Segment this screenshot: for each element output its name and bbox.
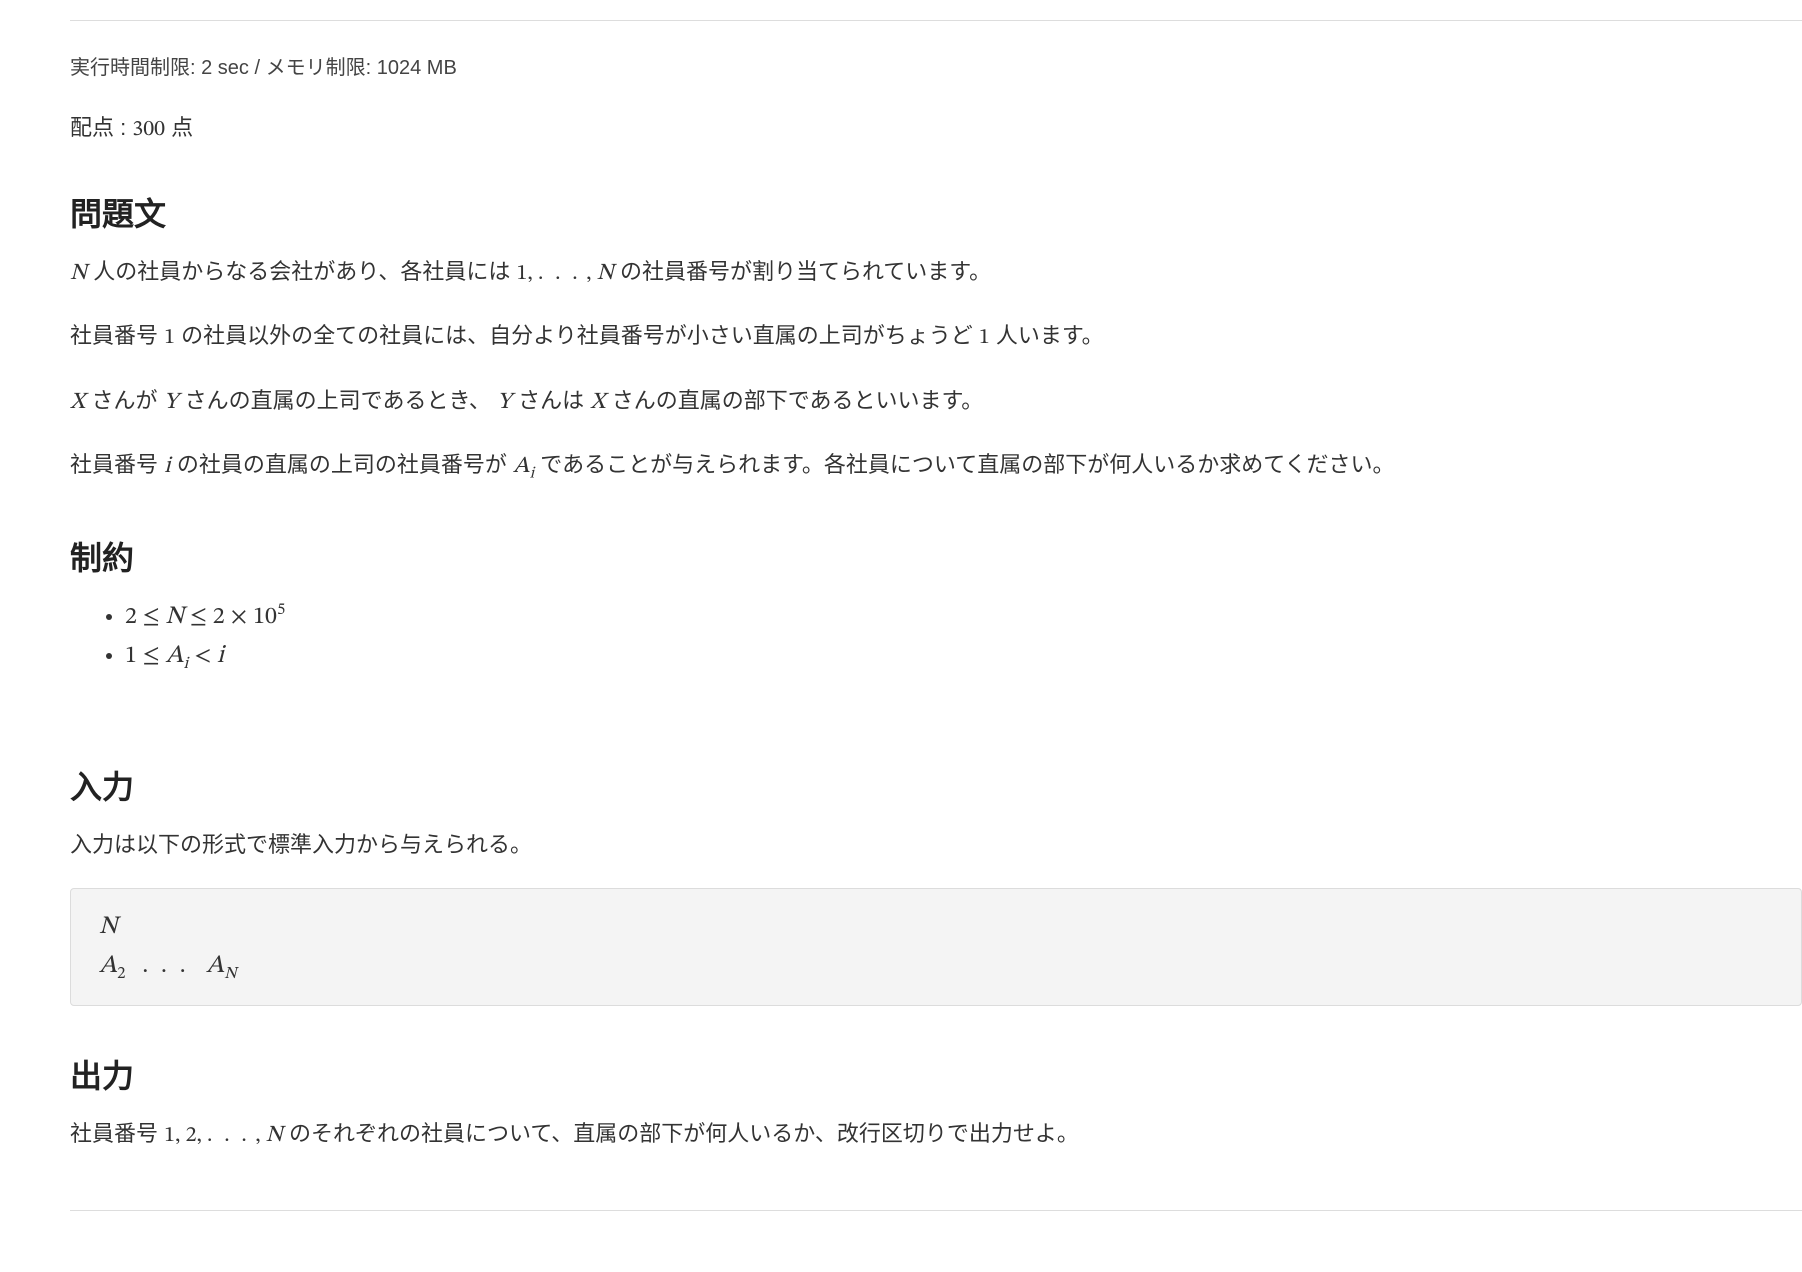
problem-paragraph-3: X さんが Y さんの直属の上司であるとき、 Y さんは X さんの直属の部下で…	[70, 382, 1802, 422]
math-X: X	[70, 391, 85, 414]
heading-output: 出力	[70, 1051, 1802, 1097]
problem-paragraph-4: 社員番号 i の社員の直属の上司の社員番号が Ai であることが与えられます。各…	[70, 446, 1802, 488]
score-value: 300	[132, 119, 165, 141]
time-limit-label: 実行時間制限:	[70, 57, 196, 79]
constraints-list: 2 ≤ N ≤ 2 × 105 1 ≤ Ai < i	[70, 597, 1802, 677]
time-limit-value: 2 sec	[201, 57, 249, 79]
input-format-box: N A2 . . . AN	[70, 888, 1802, 1006]
math-N: N	[70, 262, 87, 285]
heading-input: 入力	[70, 762, 1802, 808]
memory-limit-label: メモリ制限:	[266, 57, 372, 79]
score-line: 配点 : 300 点	[70, 110, 1802, 144]
heading-constraints: 制約	[70, 533, 1802, 579]
math-1: 1	[164, 327, 175, 349]
input-line-1: N	[99, 907, 1773, 946]
limits-line: 実行時間制限: 2 sec / メモリ制限: 1024 MB	[70, 51, 1802, 80]
math-X2: X	[590, 391, 605, 414]
memory-limit-value: 1024 MB	[377, 57, 457, 79]
divider-bottom	[70, 1210, 1802, 1211]
limits-separator: /	[255, 57, 261, 79]
divider-top	[70, 20, 1802, 21]
math-i: i	[164, 455, 171, 478]
constraint-2: 1 ≤ Ai < i	[125, 636, 1802, 677]
problem-paragraph-1: N 人の社員からなる会社があり、各社員には 1, . . . , N の社員番号…	[70, 253, 1802, 293]
math-Y: Y	[164, 391, 179, 414]
input-description: 入力は以下の形式で標準入力から与えられる。	[70, 826, 1802, 863]
problem-paragraph-2: 社員番号 1 の社員以外の全ての社員には、自分より社員番号が小さい直属の上司がち…	[70, 317, 1802, 357]
math-1b: 1	[979, 327, 990, 349]
score-label-prefix: 配点 :	[70, 115, 126, 140]
score-label-suffix: 点	[171, 115, 193, 140]
output-description: 社員番号 1, 2, . . . , N のそれぞれの社員について、直属の部下が…	[70, 1115, 1802, 1155]
heading-problem: 問題文	[70, 189, 1802, 235]
constraint-1: 2 ≤ N ≤ 2 × 105	[125, 597, 1802, 636]
input-line-2: A2 . . . AN	[99, 946, 1773, 987]
math-Ai: Ai	[513, 455, 534, 478]
math-Y2: Y	[497, 391, 512, 414]
math-seq-12N: 1, 2, . . . , N	[164, 1125, 283, 1147]
math-seq-1-to-N: 1, . . . , N	[517, 263, 614, 285]
